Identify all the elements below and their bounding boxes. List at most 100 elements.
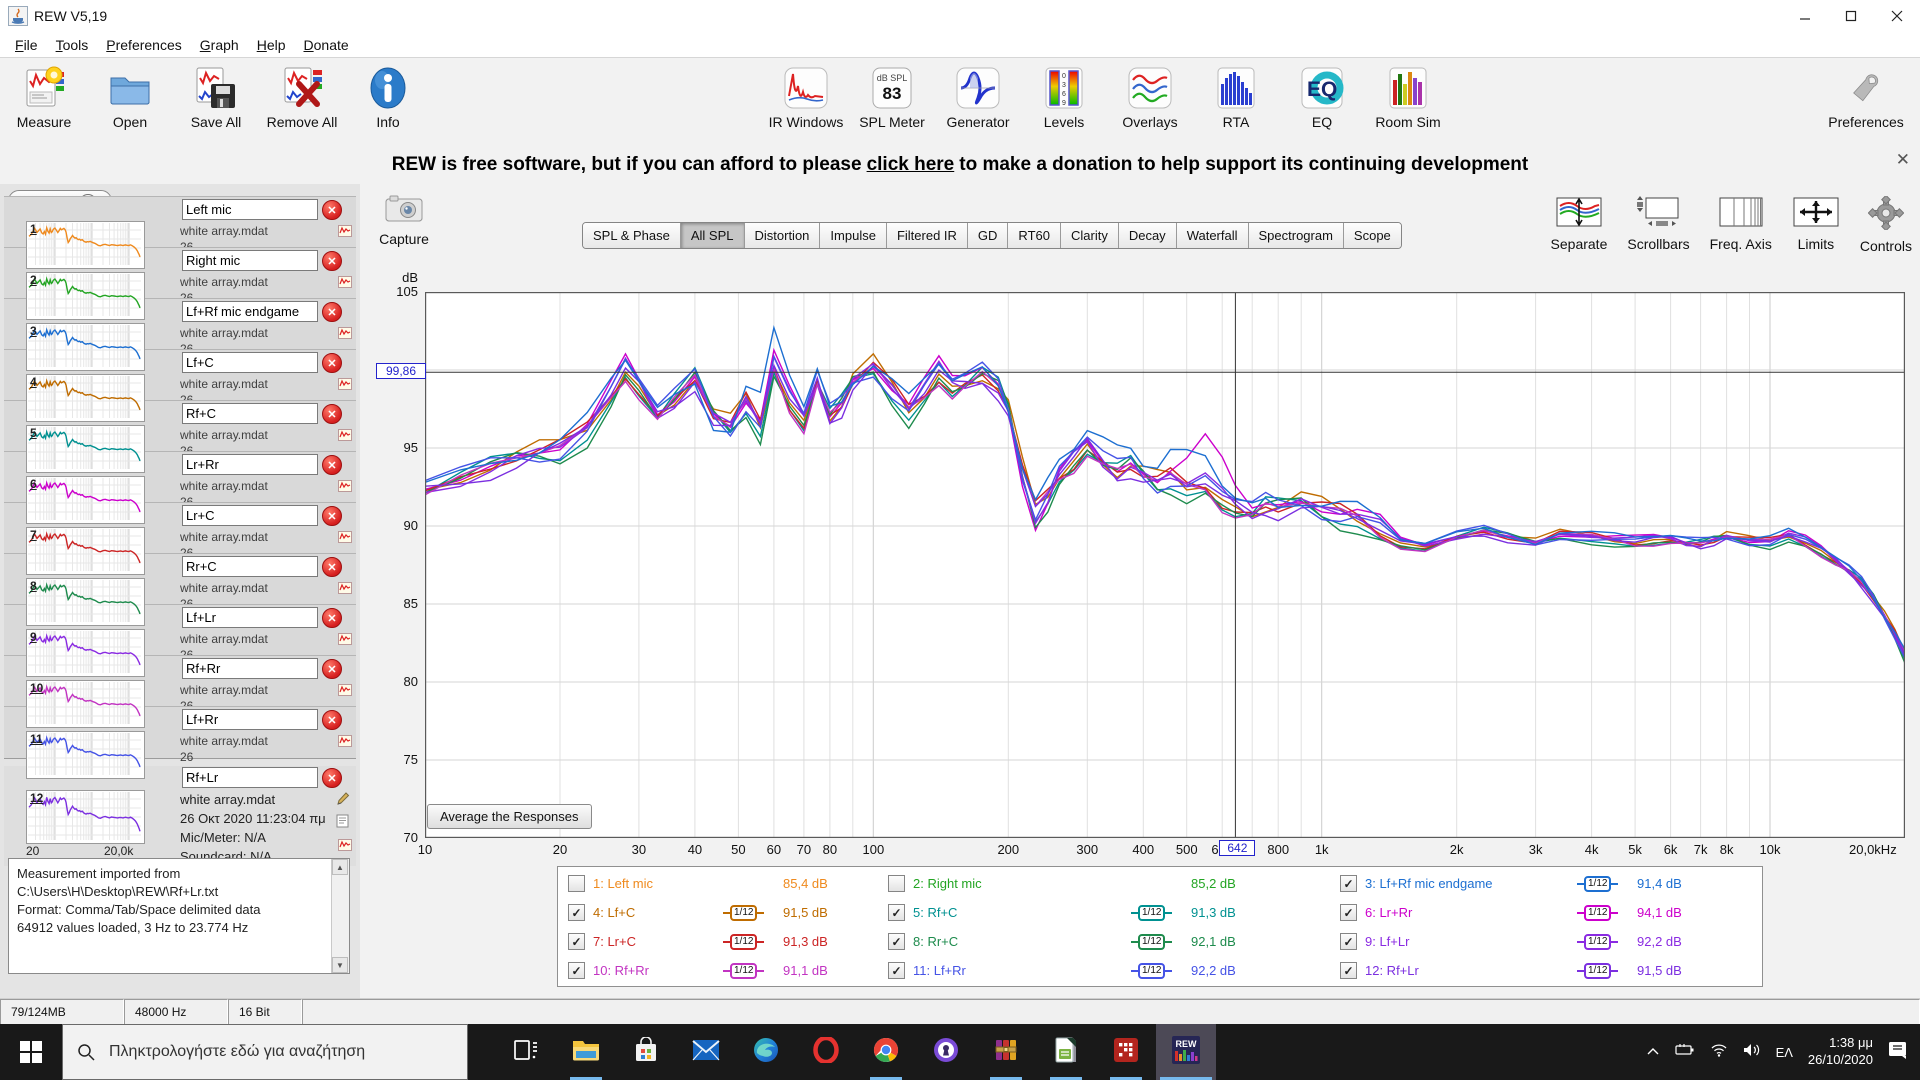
- smoothing-badge[interactable]: 1/12: [1131, 963, 1191, 979]
- start-button[interactable]: [0, 1024, 62, 1080]
- measurement-thumbnail[interactable]: 4: [26, 374, 145, 422]
- capture-button[interactable]: Capture: [374, 194, 434, 247]
- taskbar-rew-app-button[interactable]: REW: [1156, 1024, 1216, 1080]
- measurement-name-input[interactable]: [182, 709, 318, 730]
- delete-measurement-icon[interactable]: ✕: [322, 404, 342, 424]
- trace-checkbox[interactable]: [888, 875, 905, 892]
- measurement-name-input[interactable]: [182, 556, 318, 577]
- tab-distortion[interactable]: Distortion: [745, 223, 821, 248]
- taskbar-chrome-button[interactable]: [856, 1024, 916, 1080]
- tab-all-spl[interactable]: All SPL: [681, 223, 745, 248]
- delete-measurement-icon[interactable]: ✕: [322, 506, 342, 526]
- smoothing-badge[interactable]: 1/12: [1131, 934, 1191, 950]
- scroll-down-icon[interactable]: ▼: [332, 957, 348, 973]
- donation-link[interactable]: click here: [867, 154, 955, 176]
- taskbar-clock[interactable]: 1:38 μμ 26/10/2020: [1808, 1035, 1873, 1069]
- toolbar-button-preferences[interactable]: Preferences: [1830, 64, 1902, 130]
- trace-checkbox[interactable]: ✓: [888, 962, 905, 979]
- measurement-thumbnail[interactable]: 10: [26, 680, 145, 728]
- delete-measurement-icon[interactable]: ✕: [322, 251, 342, 271]
- delete-measurement-icon[interactable]: ✕: [322, 557, 342, 577]
- selected-measurement-details[interactable]: ✕122020,0kwhite array.mdat26 Οκτ 2020 11…: [4, 766, 356, 866]
- trace-checkbox[interactable]: [568, 875, 585, 892]
- taskbar-privacy-browser-button[interactable]: [916, 1024, 976, 1080]
- taskbar-winrar-button[interactable]: [976, 1024, 1036, 1080]
- toolbar-button-levels[interactable]: 0369Levels: [1028, 64, 1100, 130]
- measurement-thumbnail[interactable]: 8: [26, 578, 145, 626]
- toolbar-button-save-all[interactable]: Save All: [180, 64, 252, 130]
- measurement-thumbnail[interactable]: 1: [26, 221, 145, 269]
- tab-waterfall[interactable]: Waterfall: [1177, 223, 1249, 248]
- measurement-name-input[interactable]: [182, 199, 318, 220]
- measurement-thumbnail[interactable]: 3: [26, 323, 145, 371]
- delete-measurement-icon[interactable]: ✕: [322, 608, 342, 628]
- tab-spl-phase[interactable]: SPL & Phase: [583, 223, 681, 248]
- measurement-thumbnail[interactable]: 6: [26, 476, 145, 524]
- measurement-name-input[interactable]: [182, 505, 318, 526]
- measurement-notes-box[interactable]: Measurement imported from C:\Users\H\Des…: [8, 858, 350, 974]
- tab-spectrogram[interactable]: Spectrogram: [1249, 223, 1344, 248]
- taskbar-opera-button[interactable]: [796, 1024, 856, 1080]
- taskbar-search-input[interactable]: [107, 1042, 441, 1062]
- menu-item-help[interactable]: Help: [248, 35, 295, 55]
- menu-item-preferences[interactable]: Preferences: [97, 35, 191, 55]
- minimize-button[interactable]: [1782, 0, 1828, 32]
- measurement-name-input[interactable]: [182, 658, 318, 679]
- trace-checkbox[interactable]: ✓: [1340, 904, 1357, 921]
- tray-chevron-up-icon[interactable]: [1646, 1043, 1660, 1061]
- smoothing-badge[interactable]: 1/12: [723, 963, 783, 979]
- toolbar-button-rta[interactable]: RTA: [1200, 64, 1272, 130]
- measurement-thumbnail[interactable]: 12: [26, 790, 145, 844]
- menu-item-tools[interactable]: Tools: [47, 35, 98, 55]
- trace-mini-icon[interactable]: [338, 838, 352, 856]
- taskbar-file-explorer-button[interactable]: [556, 1024, 616, 1080]
- delete-measurement-icon[interactable]: ✕: [322, 200, 342, 220]
- trace-checkbox[interactable]: ✓: [568, 904, 585, 921]
- menu-item-file[interactable]: File: [6, 35, 47, 55]
- close-button[interactable]: [1874, 0, 1920, 32]
- banner-close-icon[interactable]: ✕: [1896, 150, 1910, 170]
- taskbar-edge-button[interactable]: [736, 1024, 796, 1080]
- delete-measurement-icon[interactable]: ✕: [322, 302, 342, 322]
- delete-measurement-icon[interactable]: ✕: [322, 455, 342, 475]
- notes-doc-icon[interactable]: [336, 814, 349, 833]
- trace-checkbox[interactable]: ✓: [888, 933, 905, 950]
- volume-icon[interactable]: [1743, 1043, 1761, 1062]
- smoothing-badge[interactable]: 1/12: [1577, 963, 1637, 979]
- toolbar-button-info[interactable]: Info: [352, 64, 424, 130]
- toolbar-button-spl-meter[interactable]: dB SPL83SPL Meter: [856, 64, 928, 130]
- measurement-name-input[interactable]: [182, 250, 318, 271]
- smoothing-badge[interactable]: 1/12: [1577, 934, 1637, 950]
- measurement-thumbnail[interactable]: 5: [26, 425, 145, 473]
- battery-icon[interactable]: [1675, 1043, 1695, 1061]
- taskbar-store-button[interactable]: [616, 1024, 676, 1080]
- smoothing-badge[interactable]: 1/12: [1577, 876, 1637, 892]
- trace-checkbox[interactable]: ✓: [568, 962, 585, 979]
- trace-checkbox[interactable]: ✓: [1340, 962, 1357, 979]
- toolbar-button-ir-windows[interactable]: IR Windows: [770, 64, 842, 130]
- separate-button[interactable]: Separate: [1551, 196, 1608, 254]
- spl-chart[interactable]: [425, 292, 1905, 838]
- delete-measurement-icon[interactable]: ✕: [322, 710, 342, 730]
- measurement-thumbnail[interactable]: 9: [26, 629, 145, 677]
- measurement-name-input[interactable]: [182, 767, 318, 788]
- edit-pencil-icon[interactable]: [336, 792, 350, 811]
- controls-button[interactable]: Controls: [1860, 196, 1912, 254]
- toolbar-button-measure[interactable]: Measure: [8, 64, 80, 130]
- tab-decay[interactable]: Decay: [1119, 223, 1177, 248]
- smoothing-badge[interactable]: 1/12: [1131, 905, 1191, 921]
- taskbar-task-view-button[interactable]: [496, 1024, 556, 1080]
- measurement-thumbnail[interactable]: 2: [26, 272, 145, 320]
- smoothing-badge[interactable]: 1/12: [1577, 905, 1637, 921]
- delete-measurement-icon[interactable]: ✕: [322, 659, 342, 679]
- tab-impulse[interactable]: Impulse: [820, 223, 887, 248]
- toolbar-button-eq[interactable]: EQEQ: [1286, 64, 1358, 130]
- toolbar-button-overlays[interactable]: Overlays: [1114, 64, 1186, 130]
- language-indicator[interactable]: ΕΛ: [1776, 1045, 1793, 1060]
- toolbar-button-open[interactable]: Open: [94, 64, 166, 130]
- delete-measurement-icon[interactable]: ✕: [322, 768, 342, 788]
- smoothing-badge[interactable]: 1/12: [723, 934, 783, 950]
- scroll-up-icon[interactable]: ▲: [332, 859, 348, 875]
- notes-scrollbar[interactable]: ▲ ▼: [331, 859, 349, 973]
- trace-checkbox[interactable]: ✓: [888, 904, 905, 921]
